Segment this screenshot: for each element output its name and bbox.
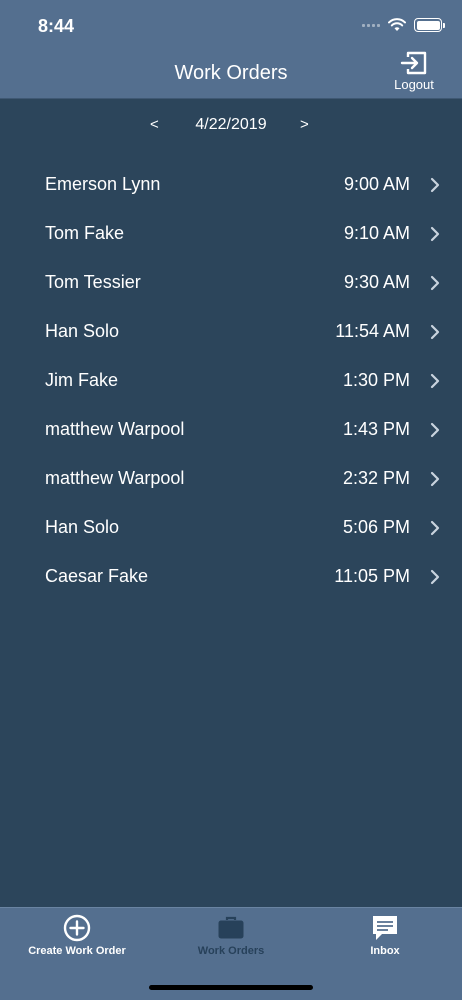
tab-label: Work Orders bbox=[197, 945, 265, 957]
customer-name: Han Solo bbox=[45, 321, 120, 341]
appointment-time: 9:10 AM bbox=[343, 223, 410, 243]
chevron-right-icon bbox=[430, 226, 440, 242]
status-time: 8:44 bbox=[38, 16, 75, 36]
appointment-time: 1:30 PM bbox=[342, 370, 410, 390]
tab-inbox[interactable]: Inbox bbox=[326, 914, 444, 957]
work-order-row[interactable]: Han Solo 11:54 AM bbox=[0, 307, 462, 356]
top-bar: 8:44 Work Orders Logout bbox=[0, 0, 462, 99]
briefcase-icon bbox=[218, 916, 244, 939]
work-order-row[interactable]: Han Solo 5:06 PM bbox=[0, 503, 462, 552]
work-order-row[interactable]: matthew Warpool 2:32 PM bbox=[0, 454, 462, 503]
work-order-row[interactable]: Jim Fake 1:30 PM bbox=[0, 356, 462, 405]
appointment-time: 9:30 AM bbox=[343, 272, 410, 292]
customer-name: matthew Warpool bbox=[45, 468, 185, 488]
next-date-button[interactable]: > bbox=[300, 116, 309, 133]
customer-name: Han Solo bbox=[45, 517, 120, 537]
home-indicator bbox=[149, 985, 313, 990]
previous-date-button[interactable]: < bbox=[150, 116, 159, 133]
appointment-time: 5:06 PM bbox=[342, 517, 410, 537]
customer-name: Jim Fake bbox=[45, 370, 119, 390]
chat-bubble-icon bbox=[373, 916, 397, 940]
chevron-right-icon bbox=[430, 275, 440, 291]
appointment-time: 1:43 PM bbox=[342, 419, 410, 439]
current-date: 4/22/2019 bbox=[195, 116, 267, 133]
logout-icon bbox=[400, 51, 427, 75]
chevron-right-icon bbox=[430, 324, 440, 340]
chevron-right-icon bbox=[430, 471, 440, 487]
appointment-time: 2:32 PM bbox=[342, 468, 410, 488]
work-order-row[interactable]: Caesar Fake 11:05 PM bbox=[0, 552, 462, 601]
work-order-row[interactable]: Emerson Lynn 9:00 AM bbox=[0, 160, 462, 209]
logout-button[interactable]: Logout bbox=[392, 50, 436, 92]
customer-name: matthew Warpool bbox=[45, 419, 185, 439]
cellular-signal-icon bbox=[362, 23, 380, 27]
tab-label: Create Work Order bbox=[28, 945, 126, 957]
work-order-list: Emerson Lynn 9:00 AM Tom Fake 9:10 AM Tom Te… bbox=[0, 160, 462, 601]
customer-name: Caesar Fake bbox=[45, 566, 149, 586]
work-order-row[interactable]: Tom Fake 9:10 AM bbox=[0, 209, 462, 258]
chevron-right-icon bbox=[430, 422, 440, 438]
tab-label: Inbox bbox=[370, 945, 400, 957]
tab-work-orders[interactable]: Work Orders bbox=[172, 914, 290, 957]
customer-name: Tom Fake bbox=[45, 223, 125, 243]
chevron-right-icon bbox=[430, 569, 440, 585]
appointment-time: 9:00 AM bbox=[343, 174, 410, 194]
status-icons bbox=[362, 18, 445, 32]
work-order-row[interactable]: matthew Warpool 1:43 PM bbox=[0, 405, 462, 454]
tab-create-work-order[interactable]: Create Work Order bbox=[18, 914, 136, 957]
logout-label: Logout bbox=[394, 77, 434, 92]
appointment-time: 11:54 AM bbox=[335, 321, 410, 341]
chevron-right-icon bbox=[430, 520, 440, 536]
wifi-icon bbox=[388, 18, 406, 31]
customer-name: Emerson Lynn bbox=[45, 174, 161, 194]
appointment-time: 11:05 PM bbox=[334, 566, 410, 586]
chevron-right-icon bbox=[430, 177, 440, 193]
battery-icon bbox=[414, 18, 445, 32]
customer-name: Tom Tessier bbox=[45, 272, 141, 292]
plus-circle-icon bbox=[63, 914, 91, 942]
work-order-row[interactable]: Tom Tessier 9:30 AM bbox=[0, 258, 462, 307]
chevron-right-icon bbox=[430, 373, 440, 389]
date-navigator: 4/22/2019 < > bbox=[0, 116, 462, 138]
